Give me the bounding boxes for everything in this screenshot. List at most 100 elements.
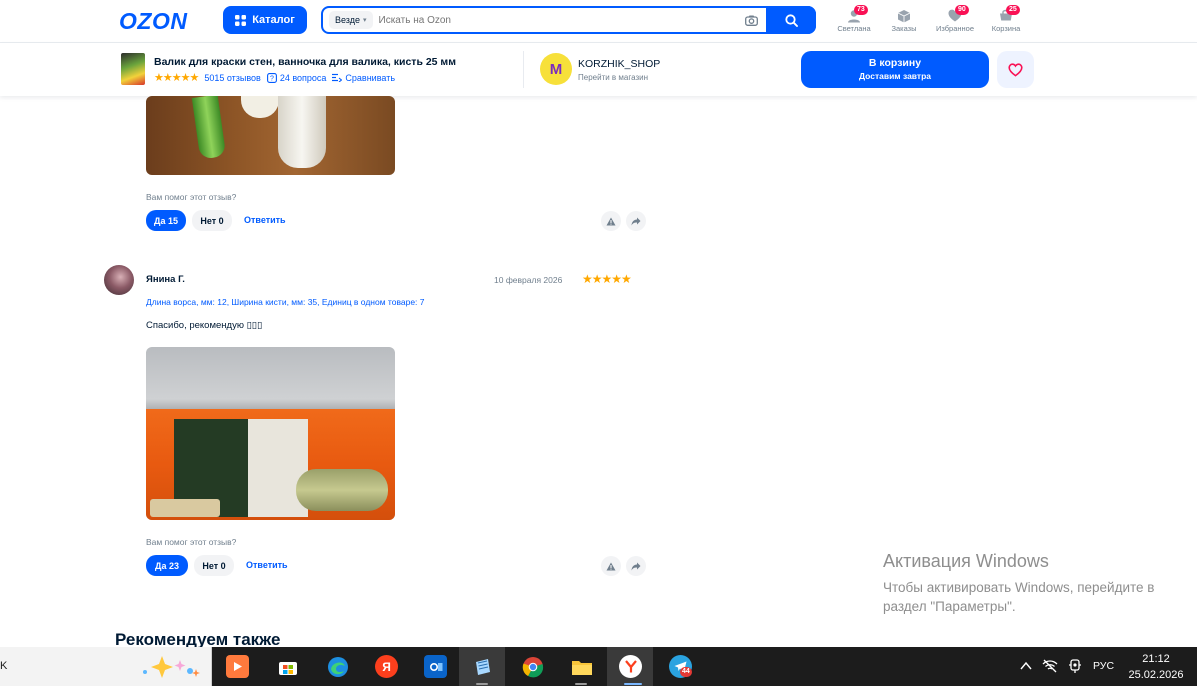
- nav-profile-label: Светлана: [837, 24, 871, 33]
- product-rating-stars: ★★★★★: [154, 72, 199, 84]
- yandex-y-icon: [624, 660, 637, 673]
- nav-cart-label: Корзина: [991, 24, 1021, 33]
- search-button[interactable]: [766, 6, 816, 34]
- heart-outline-icon: [1008, 62, 1023, 77]
- svg-text:?: ?: [270, 75, 274, 82]
- mail-icon: [429, 662, 442, 671]
- cart-badge: 25: [1006, 5, 1020, 15]
- media-player-icon[interactable]: [226, 655, 249, 678]
- questions-link[interactable]: 24 вопроса: [280, 73, 327, 83]
- share-button[interactable]: [626, 556, 646, 576]
- review-photo[interactable]: [146, 96, 395, 175]
- network-offline-icon[interactable]: [1042, 659, 1058, 673]
- product-title[interactable]: Валик для краски стен, ванночка для вали…: [154, 56, 456, 68]
- shop-link[interactable]: Перейти в магазин: [578, 73, 648, 82]
- yandex-app-icon[interactable]: [619, 655, 642, 678]
- profile-badge: 73: [854, 5, 868, 15]
- vote-yes-button[interactable]: Да 15: [146, 210, 186, 231]
- compare-link[interactable]: Сравнивать: [345, 73, 395, 83]
- taskbar-left-char: K: [0, 660, 8, 672]
- review-text: Спасибо, рекомендую ▯▯▯: [146, 320, 263, 331]
- telegram-icon[interactable]: 44: [669, 655, 692, 678]
- reviews-link[interactable]: 5015 отзывов: [204, 73, 261, 83]
- search-scope-label: Везде: [335, 15, 360, 25]
- telegram-badge: 44: [680, 667, 692, 677]
- activation-line-1: Чтобы активировать Windows, перейдите в: [883, 580, 1155, 595]
- vote-yes-button[interactable]: Да 23: [146, 555, 188, 576]
- question-icon: ?: [266, 72, 277, 83]
- report-button[interactable]: [601, 556, 621, 576]
- chevron-down-icon: ▾: [363, 17, 367, 24]
- folder-icon: [571, 660, 592, 675]
- catalog-button[interactable]: Каталог: [223, 6, 307, 34]
- activation-title: Активация Windows: [883, 551, 1049, 571]
- file-explorer-icon[interactable]: [570, 655, 593, 678]
- helpful-question: Вам помог этот отзыв?: [146, 192, 237, 202]
- camera-status-icon[interactable]: [1068, 659, 1082, 674]
- edge-icon: [327, 656, 348, 677]
- store-icon: [278, 661, 297, 675]
- search-bar: Везде ▾: [321, 6, 816, 34]
- vote-no-button[interactable]: Нет 0: [194, 555, 234, 576]
- warning-icon: [606, 562, 616, 570]
- box-icon: [897, 10, 911, 23]
- site-header: OZON Каталог Везде ▾ 73 Светлана Заказы …: [0, 0, 1197, 43]
- add-to-cart-label: В корзину: [868, 57, 922, 69]
- search-icon: [784, 13, 798, 27]
- product-rating-row: ★★★★★ 5015 отзывов ? 24 вопроса Сравнива…: [154, 71, 395, 84]
- clock[interactable]: 21:12 25.02.2026: [1127, 651, 1185, 683]
- app-indicator: [575, 683, 587, 685]
- outlook-icon[interactable]: [424, 655, 447, 678]
- compare-icon: [332, 73, 343, 82]
- app-indicator-active: [624, 683, 642, 685]
- edge-browser-icon[interactable]: [326, 655, 349, 678]
- nav-profile[interactable]: 73 Светлана: [832, 5, 876, 33]
- review-variant[interactable]: Длина ворса, мм: 12, Ширина кисти, мм: 3…: [146, 297, 425, 307]
- add-to-cart-button[interactable]: В корзину Доставим завтра: [801, 51, 989, 88]
- microsoft-store-icon[interactable]: [276, 655, 299, 678]
- search-scope-select[interactable]: Везде ▾: [329, 11, 373, 29]
- clock-date: 25.02.2026: [1128, 669, 1184, 681]
- product-thumbnail[interactable]: [121, 53, 145, 85]
- yandex-browser-icon[interactable]: Я: [375, 655, 398, 678]
- play-icon: [234, 662, 242, 671]
- clock-time: 21:12: [1142, 653, 1170, 665]
- notepad-icon: [475, 658, 490, 675]
- ozon-logo[interactable]: OZON: [119, 8, 187, 35]
- notepad-app-icon[interactable]: [471, 655, 494, 678]
- vote-no-button[interactable]: Нет 0: [192, 210, 232, 231]
- review-rating-stars: ★★★★★: [582, 272, 632, 286]
- language-indicator[interactable]: РУС: [1093, 660, 1114, 672]
- taskbar-search-panel[interactable]: K: [0, 647, 212, 686]
- search-input[interactable]: [378, 14, 745, 26]
- sparkle-icon: [143, 656, 200, 678]
- avatar[interactable]: [104, 265, 134, 295]
- share-button[interactable]: [626, 211, 646, 231]
- nav-favorites[interactable]: 90 Избранное: [933, 5, 977, 33]
- chrome-icon: [522, 656, 543, 677]
- chevron-up-icon[interactable]: [1020, 661, 1032, 671]
- nav-orders[interactable]: Заказы: [882, 7, 926, 33]
- catalog-label: Каталог: [252, 14, 295, 26]
- share-arrow-icon: [631, 217, 641, 225]
- reply-link[interactable]: Ответить: [246, 560, 288, 570]
- nav-cart[interactable]: 25 Корзина: [984, 5, 1028, 33]
- windows-taskbar: K Я 44 РУС 21:12 25.02.2026: [0, 647, 1197, 686]
- helpful-question: Вам помог этот отзыв?: [146, 537, 237, 547]
- warning-icon: [606, 217, 616, 225]
- report-button[interactable]: [601, 211, 621, 231]
- chrome-browser-icon[interactable]: [521, 655, 544, 678]
- shop-name[interactable]: KORZHIK_SHOP: [578, 58, 660, 70]
- divider: [523, 51, 524, 88]
- favorite-button[interactable]: [997, 51, 1034, 88]
- delivery-label: Доставим завтра: [859, 71, 931, 81]
- review-author[interactable]: Янина Г.: [146, 274, 185, 285]
- reply-link[interactable]: Ответить: [244, 215, 286, 225]
- favorites-badge: 90: [955, 5, 969, 15]
- grid-icon: [235, 14, 247, 26]
- nav-favorites-label: Избранное: [935, 24, 974, 33]
- app-indicator: [476, 683, 488, 685]
- shop-logo[interactable]: M: [540, 53, 572, 85]
- camera-icon[interactable]: [745, 15, 758, 26]
- review-photo[interactable]: [146, 347, 395, 520]
